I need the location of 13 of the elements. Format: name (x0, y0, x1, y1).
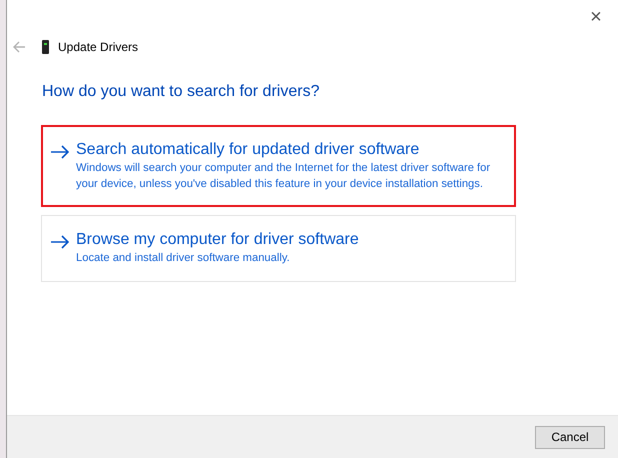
arrow-icon (50, 235, 70, 249)
device-icon (42, 40, 49, 54)
arrow-icon (50, 145, 70, 159)
heading: How do you want to search for drivers? (42, 83, 320, 101)
option-description: Windows will search your computer and the Internet for the latest driver software for your device, unless you've disabled this feature in your device installation settings. (76, 161, 492, 192)
close-button[interactable]: × (584, 6, 608, 28)
window-title: Update Drivers (58, 40, 138, 54)
option-card[interactable] (41, 125, 516, 207)
option-title: Search automatically for updated driver software (76, 140, 420, 160)
cancel-button[interactable]: Cancel (535, 426, 605, 448)
option-title: Browse my computer for driver software (76, 230, 359, 250)
option-card[interactable]: Browse my computer for driver software Locate and install driver software manually. (41, 215, 516, 282)
option-description: Locate and install driver software manually. (76, 251, 291, 266)
